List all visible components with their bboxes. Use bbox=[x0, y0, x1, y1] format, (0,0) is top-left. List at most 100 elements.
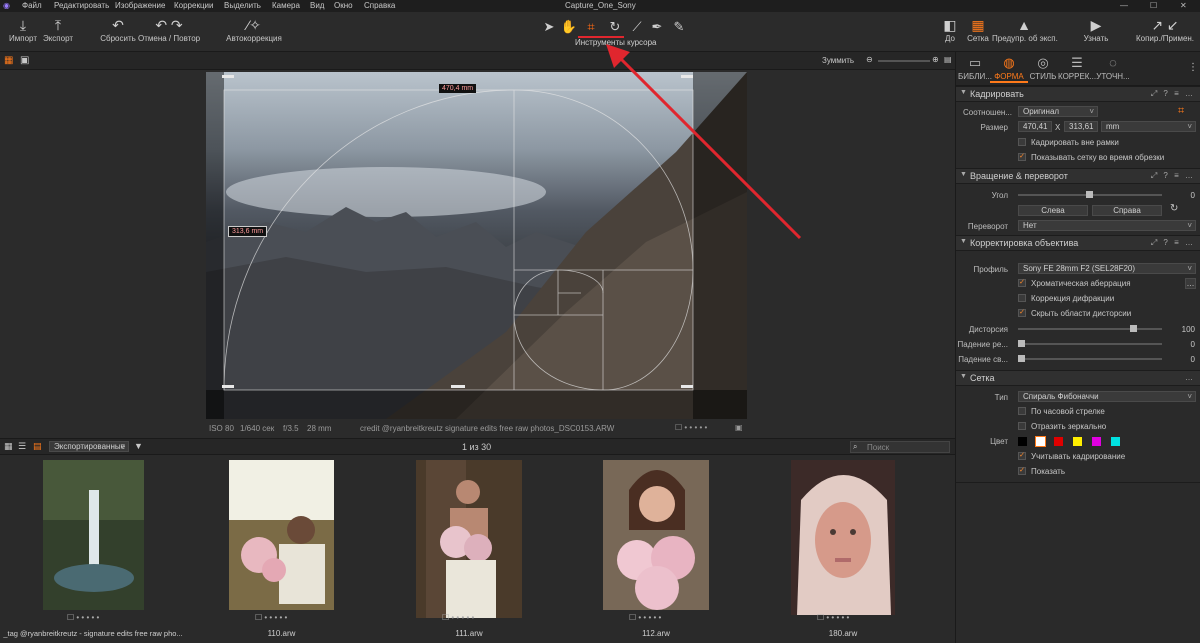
pan-tool-icon[interactable]: ✋ bbox=[558, 19, 580, 35]
lens-profile-select[interactable]: Sony FE 28mm F2 (SEL28F20) ˅ bbox=[1018, 263, 1196, 274]
viewer-menu-icon[interactable]: ▤ bbox=[944, 55, 952, 64]
rotate-right-button[interactable]: Справа bbox=[1092, 205, 1162, 216]
pointer-tool-icon[interactable]: ➤ bbox=[538, 19, 560, 35]
zoom-in-icon[interactable]: ⊕ bbox=[932, 55, 939, 64]
zoom-out-icon[interactable]: ⊖ bbox=[866, 55, 873, 64]
grid-type-select[interactable]: Спираль Фибоначчи ˅ bbox=[1018, 391, 1196, 402]
slider-knob[interactable] bbox=[1130, 325, 1137, 332]
close-icon[interactable]: ✕ bbox=[1180, 1, 1187, 10]
rotate-section-header[interactable]: ▼ Вращение & переворот ⤢ ? ≡ … bbox=[956, 168, 1200, 184]
rating-stars[interactable]: ☐ • • • • • bbox=[675, 423, 707, 432]
menu-edit[interactable]: Редактировать bbox=[54, 1, 109, 10]
brush-tool-icon[interactable]: ✎ bbox=[668, 19, 690, 35]
export-button[interactable]: ⤒ Экспорт bbox=[40, 16, 76, 43]
chevron-down-icon: ˅ bbox=[1089, 107, 1094, 116]
tab-library[interactable]: ▭ БИБЛИ... bbox=[956, 54, 994, 81]
crop-section-header[interactable]: ▼ Кадрировать ⤢ ? ≡ … bbox=[956, 86, 1200, 102]
import-button[interactable]: ⤓ Импорт bbox=[6, 16, 40, 43]
hide-distortion-checkbox[interactable]: ✓ bbox=[1018, 309, 1026, 317]
grid-button[interactable]: ▦ Сетка bbox=[964, 16, 992, 43]
chevron-down-icon: ˅ bbox=[1187, 264, 1192, 273]
grid-view-icon[interactable]: ▦ bbox=[4, 55, 13, 66]
album-select[interactable]: Экспортированные ˅ bbox=[49, 441, 129, 452]
falloff2-slider[interactable] bbox=[1018, 355, 1162, 362]
grid-section-header[interactable]: ▼ Сетка … bbox=[956, 370, 1200, 386]
rotate-tool-icon[interactable]: ↻ bbox=[604, 19, 626, 35]
section-actions-icon[interactable]: ⤢ ? ≡ … bbox=[1151, 89, 1195, 99]
tab-details[interactable]: ◌ УТОЧН... bbox=[1094, 54, 1132, 81]
color-swatch-red[interactable] bbox=[1054, 437, 1063, 446]
color-swatch-yellow[interactable] bbox=[1073, 437, 1082, 446]
crop-icon[interactable]: ⌗ bbox=[1178, 105, 1184, 118]
tab-style[interactable]: ◎ СТИЛЬ bbox=[1024, 54, 1062, 81]
collapse-icon: ▼ bbox=[960, 89, 967, 96]
distortion-slider[interactable] bbox=[1018, 325, 1162, 332]
menu-file[interactable]: Файл bbox=[22, 1, 42, 10]
menu-select[interactable]: Выделить bbox=[224, 1, 261, 10]
grid-browser-icon[interactable]: ▦ bbox=[4, 441, 13, 452]
capture-one-logo[interactable]: ◉ bbox=[3, 1, 10, 10]
color-swatch-cyan[interactable] bbox=[1111, 437, 1120, 446]
menu-camera[interactable]: Камера bbox=[272, 1, 300, 10]
filmstrip-browser-icon[interactable]: ▤ bbox=[33, 441, 42, 452]
thumbnail-image bbox=[416, 460, 522, 618]
search-field[interactable]: ⌕ Поиск bbox=[850, 441, 950, 453]
angle-slider[interactable] bbox=[1018, 191, 1162, 198]
image-viewer[interactable]: 470,4 mm 313,6 mm bbox=[0, 70, 955, 420]
slider-knob[interactable] bbox=[1086, 191, 1093, 198]
color-tag-icon[interactable]: ▣ bbox=[735, 423, 743, 432]
consider-crop-checkbox[interactable]: ✓ bbox=[1018, 452, 1026, 460]
unit-select[interactable]: mm ˅ bbox=[1101, 121, 1196, 132]
annotation-arrow bbox=[606, 44, 802, 240]
flip-select[interactable]: Нет ˅ bbox=[1018, 220, 1196, 231]
tab-adjustments[interactable]: ☰ КОРРЕК... bbox=[1058, 54, 1096, 81]
color-swatch-magenta[interactable] bbox=[1092, 437, 1101, 446]
mirror-checkbox[interactable] bbox=[1018, 422, 1026, 430]
menu-help[interactable]: Справка bbox=[364, 1, 395, 10]
keystone-tool-icon[interactable]: ⟋ bbox=[626, 19, 648, 35]
reset-button[interactable]: ↶ Сбросить bbox=[98, 16, 138, 43]
maximize-icon[interactable]: ☐ bbox=[1150, 1, 1157, 10]
section-actions-icon[interactable]: … bbox=[1185, 373, 1195, 382]
zoom-slider[interactable] bbox=[878, 60, 930, 62]
show-grid-checkbox[interactable]: ✓ bbox=[1018, 153, 1026, 161]
panel-menu-icon[interactable]: ⋮ bbox=[1188, 62, 1198, 73]
folder-icon: ▭ bbox=[968, 55, 982, 70]
menu-image[interactable]: Изображение bbox=[115, 1, 165, 10]
minimize-icon[interactable]: — bbox=[1120, 1, 1128, 10]
menu-view[interactable]: Вид bbox=[310, 1, 324, 10]
height-field[interactable]: 313,61 bbox=[1064, 121, 1098, 132]
menu-adjustments[interactable]: Коррекции bbox=[174, 1, 213, 10]
falloff1-slider[interactable] bbox=[1018, 340, 1162, 347]
filter-icon[interactable]: ▼ bbox=[134, 441, 143, 451]
diffraction-checkbox[interactable] bbox=[1018, 294, 1026, 302]
color-swatch-white[interactable] bbox=[1035, 436, 1046, 447]
show-grid-overlay-checkbox[interactable]: ✓ bbox=[1018, 467, 1026, 475]
rotate-free-icon[interactable]: ↻ bbox=[1170, 203, 1178, 214]
chromatic-options-button[interactable]: … bbox=[1185, 278, 1196, 289]
crop-tool-icon[interactable]: ⌗ bbox=[580, 19, 602, 35]
list-browser-icon[interactable]: ☰ bbox=[18, 441, 26, 452]
menu-window[interactable]: Окно bbox=[334, 1, 353, 10]
slider-knob[interactable] bbox=[1018, 340, 1025, 347]
tab-composition[interactable]: ◍ ФОРМА bbox=[990, 54, 1028, 83]
picker-tool-icon[interactable]: ✒ bbox=[646, 19, 668, 35]
color-swatch-black[interactable] bbox=[1018, 437, 1027, 446]
rotate-left-button[interactable]: Слева bbox=[1018, 205, 1088, 216]
slider-knob[interactable] bbox=[1018, 355, 1025, 362]
exposure-warning-button[interactable]: ▲ Предупр. об эксп. bbox=[992, 16, 1058, 43]
undo-redo-button[interactable]: ↶ ↷ Отмена / Повтор bbox=[138, 16, 200, 43]
section-actions-icon[interactable]: ⤢ ? ≡ … bbox=[1151, 238, 1195, 248]
lens-section-header[interactable]: ▼ Корректировка объектива ⤢ ? ≡ … bbox=[956, 235, 1200, 251]
before-button[interactable]: ◧ До bbox=[938, 16, 962, 43]
single-view-icon[interactable]: ▣ bbox=[20, 55, 29, 66]
chromatic-checkbox[interactable]: ✓ bbox=[1018, 279, 1026, 287]
auto-adjust-button[interactable]: ⁄✧ Автокоррекция bbox=[222, 16, 286, 43]
section-actions-icon[interactable]: ⤢ ? ≡ … bbox=[1151, 171, 1195, 181]
crop-outside-checkbox[interactable] bbox=[1018, 138, 1026, 146]
clockwise-checkbox[interactable] bbox=[1018, 407, 1026, 415]
width-field[interactable]: 470,41 bbox=[1018, 121, 1052, 132]
ratio-select[interactable]: Оригинал ˅ bbox=[1018, 106, 1098, 117]
copy-apply-button[interactable]: ↗ ↙ Копир./Примен. bbox=[1132, 16, 1198, 43]
learn-button[interactable]: ▶ Узнать bbox=[1076, 16, 1116, 43]
